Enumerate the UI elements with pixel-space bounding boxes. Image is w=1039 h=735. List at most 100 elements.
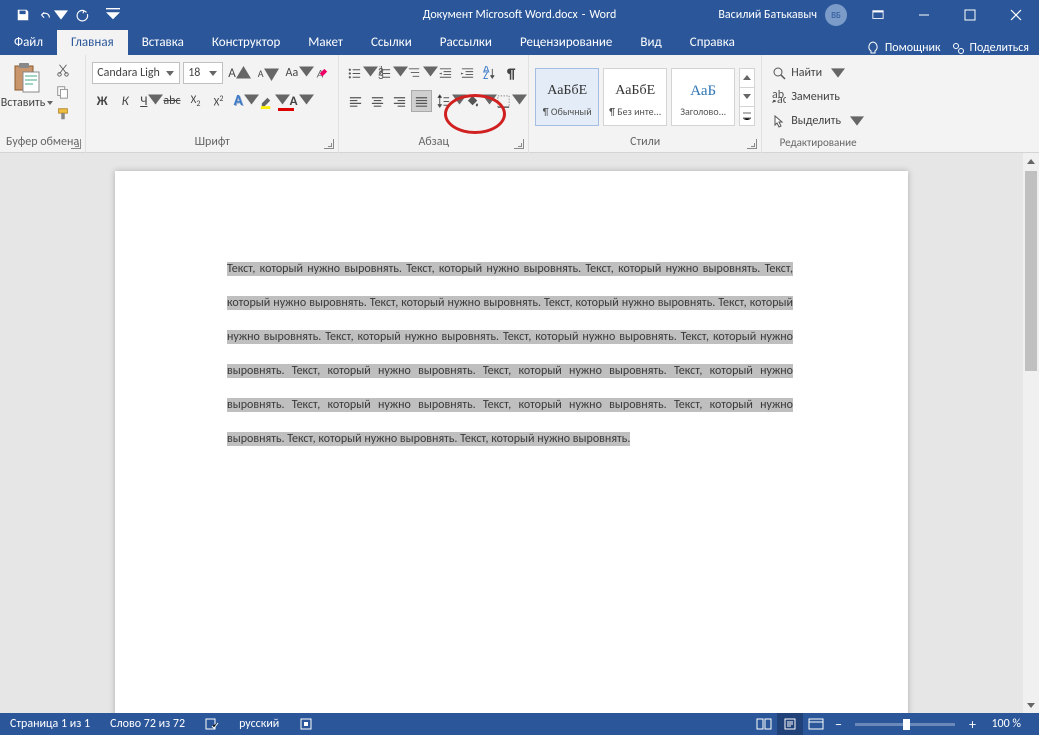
increase-indent-button[interactable] [457, 62, 477, 84]
strikethrough-button[interactable]: abc [161, 90, 182, 112]
tab-references[interactable]: Ссылки [357, 30, 426, 55]
group-font: Candara Ligh 18 A A Aa A Ж К Ч abc X2 X2… [86, 55, 339, 153]
tab-review[interactable]: Рецензирование [506, 30, 626, 55]
replace-button[interactable]: abacЗаменить [768, 86, 868, 108]
spell-check-icon[interactable] [195, 713, 229, 735]
cut-button[interactable] [52, 60, 74, 80]
style-no-spacing[interactable]: АаБбЕ¶ Без инте... [603, 68, 667, 126]
paste-icon [11, 60, 43, 96]
vertical-scrollbar[interactable] [1023, 153, 1039, 713]
close-button[interactable] [993, 0, 1039, 30]
tab-layout[interactable]: Макет [294, 30, 357, 55]
page: Текст, который нужно выровнять. Текст, к… [115, 171, 908, 713]
clipboard-launcher[interactable] [71, 139, 81, 149]
web-layout-button[interactable] [803, 713, 829, 735]
numbering-button[interactable]: 123 [375, 62, 403, 84]
word-count[interactable]: Слово 72 из 72 [100, 713, 195, 735]
bullets-button[interactable] [345, 62, 373, 84]
tab-insert[interactable]: Вставка [128, 30, 198, 55]
selected-text: Текст, который нужно выровнять. Текст, к… [227, 262, 793, 446]
share-button[interactable]: Поделиться [951, 41, 1029, 55]
style-heading1[interactable]: АаБЗаголово... [671, 68, 735, 126]
borders-button[interactable] [494, 90, 522, 112]
svg-text:3: 3 [378, 69, 384, 81]
scroll-thumb[interactable] [1025, 171, 1037, 371]
ribbon-display-button[interactable] [855, 0, 901, 30]
font-size-combo[interactable]: 18 [183, 62, 223, 84]
decrease-indent-button[interactable] [435, 62, 455, 84]
shrink-font-button[interactable]: A [256, 62, 281, 84]
tab-help[interactable]: Справка [676, 30, 749, 55]
bold-button[interactable]: Ж [92, 90, 112, 112]
shading-button[interactable] [464, 90, 492, 112]
group-styles-label: Стили [535, 135, 755, 151]
language[interactable]: русский [229, 713, 289, 735]
subscript-button[interactable]: X2 [186, 90, 206, 112]
status-bar: Страница 1 из 1 Слово 72 из 72 русский −… [0, 713, 1039, 735]
font-color-button[interactable]: A [288, 90, 309, 112]
italic-button[interactable]: К [115, 90, 135, 112]
align-left-button[interactable] [345, 90, 365, 112]
user-name[interactable]: Василий Батькавыч [710, 8, 825, 22]
font-launcher[interactable] [324, 139, 334, 149]
quick-access-toolbar [0, 0, 128, 30]
styles-launcher[interactable] [747, 139, 757, 149]
zoom-level[interactable]: 100 % [981, 713, 1039, 735]
align-center-button[interactable] [367, 90, 387, 112]
maximize-button[interactable] [947, 0, 993, 30]
sort-button[interactable]: AZ [479, 62, 499, 84]
qat-customize-button[interactable] [98, 0, 128, 30]
grow-font-button[interactable]: A [226, 62, 253, 84]
scroll-down-button[interactable] [1023, 697, 1039, 713]
read-mode-button[interactable] [751, 713, 777, 735]
redo-button[interactable] [68, 0, 98, 30]
page-number[interactable]: Страница 1 из 1 [0, 713, 100, 735]
clear-formatting-button[interactable]: A [312, 62, 332, 84]
show-marks-button[interactable]: ¶ [501, 62, 521, 84]
tab-design[interactable]: Конструктор [198, 30, 294, 55]
macro-icon[interactable] [289, 713, 323, 735]
font-name-combo[interactable]: Candara Ligh [92, 62, 180, 84]
text-effects-button[interactable]: A [232, 90, 254, 112]
zoom-slider[interactable] [855, 723, 955, 726]
paragraph-launcher[interactable] [514, 139, 524, 149]
format-painter-button[interactable] [52, 104, 74, 124]
undo-button[interactable] [38, 0, 68, 30]
window-title: Документ Microsoft Word.docx - Word [423, 8, 617, 22]
group-font-label: Шрифт [92, 135, 332, 151]
tell-me-button[interactable]: Помощник [866, 41, 941, 55]
justify-button[interactable] [411, 90, 432, 112]
tab-mailings[interactable]: Рассылки [426, 30, 506, 55]
group-clipboard-label: Буфер обмена [6, 135, 79, 151]
document-area[interactable]: Текст, который нужно выровнять. Текст, к… [0, 153, 1023, 713]
find-button[interactable]: Найти [768, 62, 868, 84]
line-spacing-button[interactable] [434, 90, 462, 112]
document-paragraph[interactable]: Текст, который нужно выровнять. Текст, к… [227, 251, 793, 455]
group-editing-label: Редактирование [768, 136, 868, 151]
style-normal[interactable]: АаБбЕ¶ Обычный [535, 68, 599, 126]
user-avatar[interactable]: ВБ [825, 4, 847, 26]
multilevel-list-button[interactable] [405, 62, 433, 84]
svg-text:ac: ac [777, 93, 786, 104]
minimize-button[interactable] [901, 0, 947, 30]
scroll-up-button[interactable] [1023, 153, 1039, 169]
title-bar: Документ Microsoft Word.docx - Word Васи… [0, 0, 1039, 30]
save-button[interactable] [8, 0, 38, 30]
underline-button[interactable]: Ч [138, 90, 158, 112]
superscript-button[interactable]: X2 [209, 90, 229, 112]
select-button[interactable]: Выделить [768, 110, 868, 132]
align-right-button[interactable] [389, 90, 409, 112]
tab-file[interactable]: Файл [0, 30, 57, 55]
paste-button[interactable]: Вставить [6, 58, 48, 110]
tab-view[interactable]: Вид [626, 30, 675, 55]
change-case-button[interactable]: Aa [284, 62, 310, 84]
zoom-out-button[interactable]: − [829, 713, 847, 735]
tab-home[interactable]: Главная [57, 30, 128, 55]
svg-text:Z: Z [483, 69, 488, 81]
group-clipboard: Вставить Буфер обмена [0, 55, 86, 153]
styles-gallery-more[interactable] [739, 68, 755, 126]
copy-button[interactable] [52, 82, 74, 102]
zoom-in-button[interactable]: + [963, 713, 981, 735]
app-name: Word [589, 8, 616, 22]
print-layout-button[interactable] [777, 713, 803, 735]
